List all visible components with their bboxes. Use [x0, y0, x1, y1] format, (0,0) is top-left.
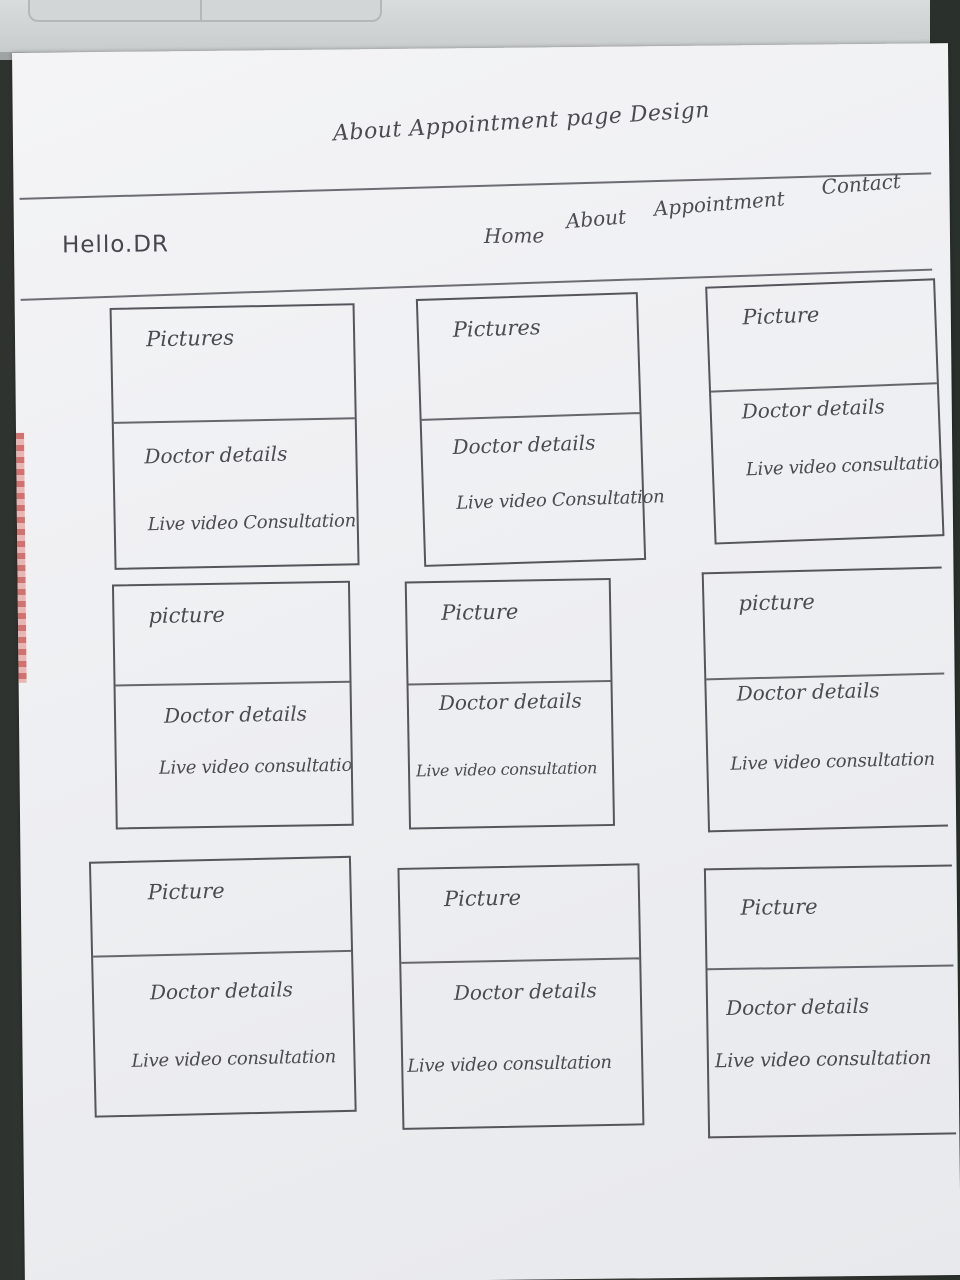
- doctor-picture: Picture: [399, 865, 640, 964]
- sketch-paper: About Appointment page Design Hello.DR H…: [12, 43, 960, 1280]
- live-video-consultation[interactable]: Live video Consultation: [456, 486, 665, 514]
- doctor-card[interactable]: Picture Doctor details Live video consul…: [703, 864, 957, 1139]
- doctor-details[interactable]: Doctor details: [736, 678, 879, 705]
- doctor-picture: Picture: [705, 866, 954, 971]
- doctor-picture: Picture: [406, 579, 611, 686]
- picture-label: Picture: [740, 894, 818, 920]
- doctor-card[interactable]: Picture Doctor details Live video consul…: [397, 863, 645, 1130]
- live-video-consultation[interactable]: Live video consultation: [730, 749, 935, 775]
- picture-label: Picture: [741, 302, 820, 330]
- nav-about[interactable]: About: [565, 204, 627, 233]
- live-video-consultation[interactable]: Live video consultation: [159, 755, 351, 779]
- doctor-details[interactable]: Doctor details: [144, 442, 287, 469]
- picture-label: Picture: [443, 885, 522, 912]
- nav-appointment[interactable]: Appointment: [653, 186, 786, 220]
- nav-home[interactable]: Home: [484, 223, 545, 248]
- doctor-card[interactable]: picture Doctor details Live video consul…: [701, 566, 948, 833]
- laptop-trackpad: [28, 0, 382, 22]
- doctor-details[interactable]: Doctor details: [741, 394, 885, 423]
- doctor-picture: picture: [113, 582, 350, 687]
- notebook-binding: [16, 432, 27, 683]
- doctor-picture: Picture: [707, 280, 937, 393]
- doctor-details[interactable]: Doctor details: [150, 977, 293, 1004]
- live-video-consultation[interactable]: Live video consultation: [715, 1047, 932, 1072]
- live-video-consultation[interactable]: Live video consultation: [407, 1052, 612, 1077]
- picture-label: Picture: [147, 878, 225, 905]
- picture-label: picture: [738, 589, 816, 616]
- picture-label: Pictures: [452, 315, 541, 342]
- live-video-consultation[interactable]: Live video consultation: [746, 452, 943, 480]
- doctor-card[interactable]: Picture Doctor details Live video consul…: [88, 855, 357, 1118]
- doctor-picture: Pictures: [111, 305, 355, 424]
- doctor-card[interactable]: Pictures Doctor details Live video Consu…: [415, 292, 665, 567]
- picture-label: Picture: [441, 599, 519, 625]
- live-video-consultation[interactable]: Live video Consultation: [148, 510, 357, 535]
- doctor-card[interactable]: Pictures Doctor details Live video Consu…: [109, 303, 360, 570]
- page-title: About Appointment page Design: [332, 97, 711, 147]
- site-logo[interactable]: Hello.DR: [62, 231, 169, 258]
- photo-scene: About Appointment page Design Hello.DR H…: [0, 0, 960, 1280]
- doctor-details[interactable]: Doctor details: [164, 701, 307, 727]
- doctor-picture: Picture: [90, 857, 352, 958]
- picture-label: picture: [148, 602, 225, 628]
- live-video-consultation[interactable]: Live video consultation: [131, 1046, 336, 1072]
- live-video-consultation[interactable]: Live video consultation: [416, 758, 597, 780]
- doctor-picture: picture: [703, 568, 945, 681]
- doctor-card[interactable]: Picture Doctor details Live video consul…: [705, 278, 945, 545]
- doctor-card[interactable]: picture Doctor details Live video consul…: [111, 580, 354, 830]
- picture-label: Pictures: [145, 325, 235, 352]
- doctor-details[interactable]: Doctor details: [452, 430, 596, 458]
- doctor-details[interactable]: Doctor details: [726, 994, 869, 1020]
- doctor-details[interactable]: Doctor details: [454, 978, 597, 1005]
- nav-contact[interactable]: Contact: [821, 169, 902, 199]
- doctor-card[interactable]: Picture Doctor details Live video consul…: [404, 577, 616, 830]
- doctor-picture: Pictures: [417, 294, 640, 421]
- header-top-divider: [19, 172, 932, 200]
- doctor-details[interactable]: Doctor details: [439, 688, 582, 714]
